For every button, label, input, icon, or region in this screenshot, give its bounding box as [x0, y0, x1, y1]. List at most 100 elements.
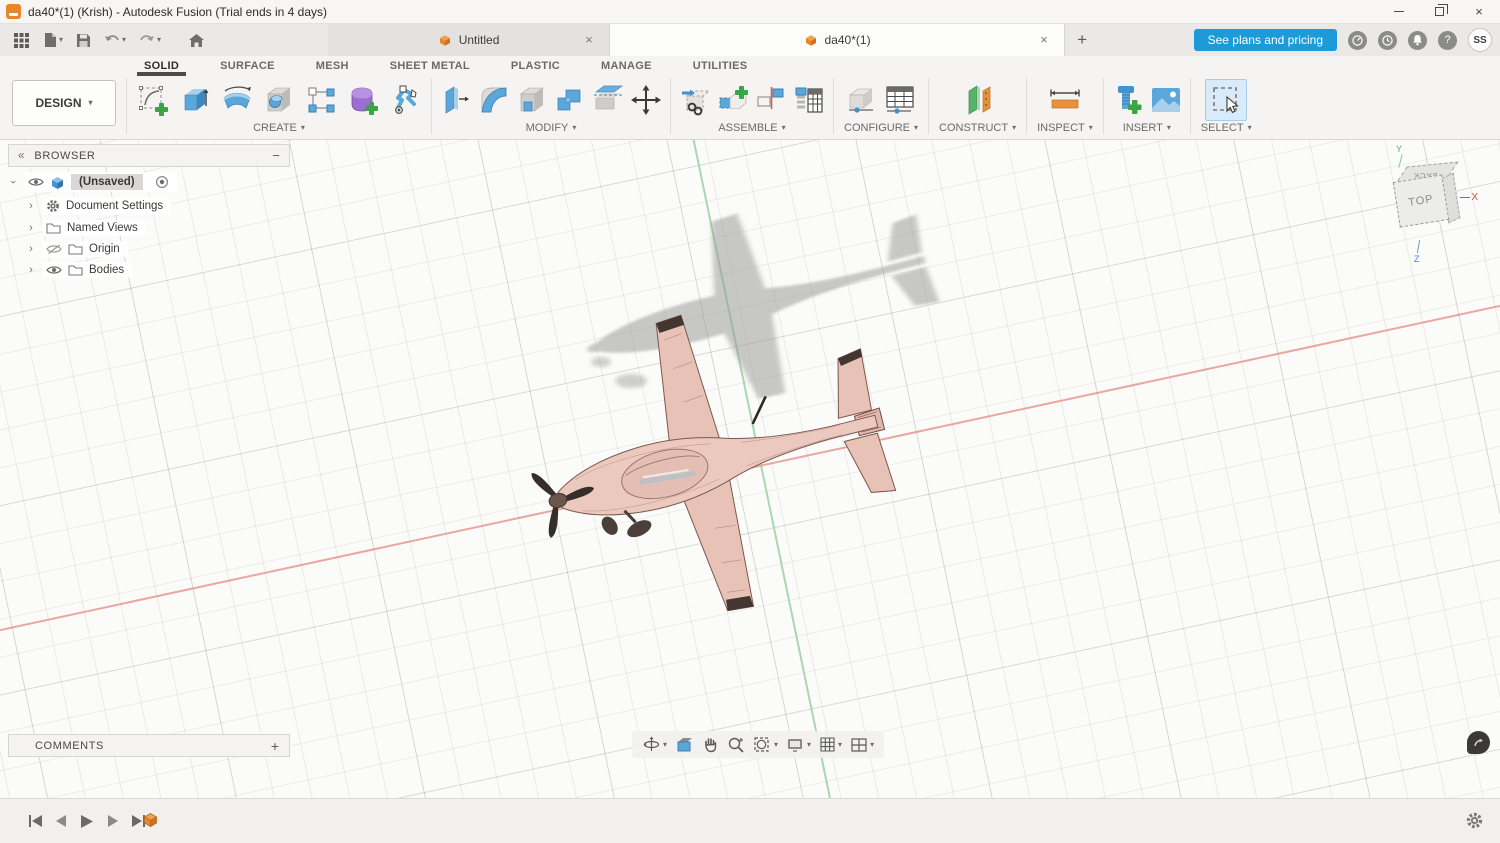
browser-row-named-views[interactable]: › Named Views: [26, 220, 290, 236]
create-form-button[interactable]: [342, 79, 384, 121]
ribbon-tab-plastic[interactable]: PLASTIC: [511, 60, 560, 72]
visibility-eye-icon[interactable]: [28, 177, 44, 187]
joint-button[interactable]: [752, 79, 790, 121]
job-status-button[interactable]: [1348, 31, 1367, 50]
undo-button[interactable]: ▾: [101, 31, 129, 50]
construct-plane-button[interactable]: [957, 79, 999, 121]
save-button[interactable]: [73, 30, 94, 51]
configuration-table-button[interactable]: [881, 79, 919, 121]
data-panel-button[interactable]: [10, 29, 33, 52]
see-plans-button[interactable]: See plans and pricing: [1194, 29, 1337, 51]
help-button[interactable]: ?: [1438, 31, 1457, 50]
ribbon-tab-mesh[interactable]: MESH: [316, 60, 349, 72]
browser-row-bodies[interactable]: › Bodies: [26, 262, 290, 278]
timeline-feature-component[interactable]: [142, 811, 159, 828]
step-forward-button[interactable]: [106, 814, 119, 828]
go-to-start-button[interactable]: [28, 814, 43, 828]
timeline-settings-button[interactable]: [1465, 811, 1484, 830]
viewports-button[interactable]: ▾: [848, 735, 876, 755]
restore-button[interactable]: [1432, 5, 1446, 19]
activate-component-radio[interactable]: [155, 175, 169, 189]
group-label-assemble[interactable]: ASSEMBLE▾: [708, 122, 795, 134]
press-pull-button[interactable]: [437, 79, 475, 121]
item-label[interactable]: Document Settings: [66, 200, 163, 212]
move-copy-button[interactable]: [627, 79, 665, 121]
notifications-button[interactable]: [1408, 31, 1427, 50]
tab-close-button[interactable]: ×: [1036, 32, 1052, 48]
insert-fastener-button[interactable]: [1109, 79, 1147, 121]
home-button[interactable]: [185, 30, 208, 51]
hole-button[interactable]: [258, 79, 300, 121]
split-body-button[interactable]: [589, 79, 627, 121]
fillet-button[interactable]: [475, 79, 513, 121]
browser-root-row[interactable]: › (Unsaved): [8, 172, 290, 192]
group-label-insert[interactable]: INSERT▾: [1113, 122, 1181, 134]
expand-chevron-icon[interactable]: ›: [26, 243, 36, 255]
pan-button[interactable]: [700, 734, 721, 755]
redo-button[interactable]: ▾: [136, 31, 164, 50]
insert-design-button[interactable]: [676, 79, 714, 121]
play-button[interactable]: [80, 814, 94, 829]
new-component-button[interactable]: [714, 79, 752, 121]
layout-grid-button[interactable]: ▾: [817, 734, 844, 755]
ribbon-tab-solid[interactable]: SOLID: [144, 60, 179, 72]
display-settings-button[interactable]: ▾: [784, 735, 813, 755]
item-label[interactable]: Origin: [89, 243, 120, 255]
item-label[interactable]: Bodies: [89, 264, 124, 276]
visibility-off-eye-icon[interactable]: [46, 244, 62, 255]
measure-button[interactable]: [1044, 79, 1086, 121]
minimize-button[interactable]: [1392, 5, 1406, 19]
close-button[interactable]: ×: [1472, 5, 1486, 19]
select-button[interactable]: [1205, 79, 1247, 121]
step-back-button[interactable]: [55, 814, 68, 828]
workspace-selector[interactable]: DESIGN ▾: [12, 80, 116, 126]
configure-design-button[interactable]: [843, 79, 881, 121]
revolve-button[interactable]: [216, 79, 258, 121]
browser-row-origin[interactable]: › Origin: [26, 241, 290, 257]
group-label-configure[interactable]: CONFIGURE▾: [834, 122, 928, 134]
bom-table-button[interactable]: [790, 79, 828, 121]
viewport[interactable]: BACK TOP X Y Z « BROWSER − › (Unsaved): [0, 140, 1500, 798]
view-cube[interactable]: BACK TOP X Y Z: [1388, 156, 1474, 248]
new-tab-button[interactable]: +: [1065, 24, 1099, 56]
visibility-eye-icon[interactable]: [46, 265, 62, 275]
add-comment-button[interactable]: +: [271, 738, 279, 754]
expand-chevron-icon[interactable]: ›: [26, 264, 36, 276]
expand-chevron-icon[interactable]: ›: [7, 177, 19, 187]
create-sketch-button[interactable]: [132, 79, 174, 121]
group-label-inspect[interactable]: INSPECT▾: [1027, 122, 1103, 134]
collapse-panel-button[interactable]: «: [18, 150, 24, 162]
ribbon-tab-utilities[interactable]: UTILITIES: [693, 60, 748, 72]
combine-button[interactable]: [551, 79, 589, 121]
shell-button[interactable]: [513, 79, 551, 121]
minimize-panel-button[interactable]: −: [272, 148, 280, 163]
group-label-modify[interactable]: MODIFY▾: [516, 122, 587, 134]
file-menu-button[interactable]: ▾: [40, 29, 66, 51]
group-label-construct[interactable]: CONSTRUCT▾: [929, 122, 1026, 134]
extrude-button[interactable]: [174, 79, 216, 121]
item-label[interactable]: Named Views: [67, 222, 138, 234]
pattern-button[interactable]: [300, 79, 342, 121]
tab-close-button[interactable]: ×: [581, 32, 597, 48]
view-cube-top-face[interactable]: TOP: [1393, 174, 1450, 227]
timeline-playhead[interactable]: [158, 804, 172, 836]
expand-chevron-icon[interactable]: ›: [26, 200, 36, 212]
feedback-bubble-button[interactable]: [1467, 731, 1490, 754]
comments-panel[interactable]: COMMENTS +: [8, 734, 290, 757]
document-tab-untitled[interactable]: Untitled ×: [328, 24, 610, 56]
user-avatar[interactable]: SS: [1468, 28, 1492, 52]
group-label-create[interactable]: CREATE▾: [243, 122, 315, 134]
look-at-button[interactable]: [673, 735, 696, 755]
zoom-button[interactable]: [725, 734, 747, 756]
canvas-button[interactable]: [1147, 79, 1185, 121]
root-item-label[interactable]: (Unsaved): [71, 174, 143, 190]
generative-design-button[interactable]: [384, 79, 426, 121]
history-button[interactable]: [1378, 31, 1397, 50]
orbit-button[interactable]: ▾: [640, 734, 669, 755]
expand-chevron-icon[interactable]: ›: [26, 222, 36, 234]
browser-row-document-settings[interactable]: › Document Settings: [26, 197, 290, 215]
ribbon-tab-surface[interactable]: SURFACE: [220, 60, 275, 72]
fit-button[interactable]: ▾: [751, 734, 780, 755]
group-label-select[interactable]: SELECT▾: [1191, 122, 1262, 134]
ribbon-tab-manage[interactable]: MANAGE: [601, 60, 652, 72]
